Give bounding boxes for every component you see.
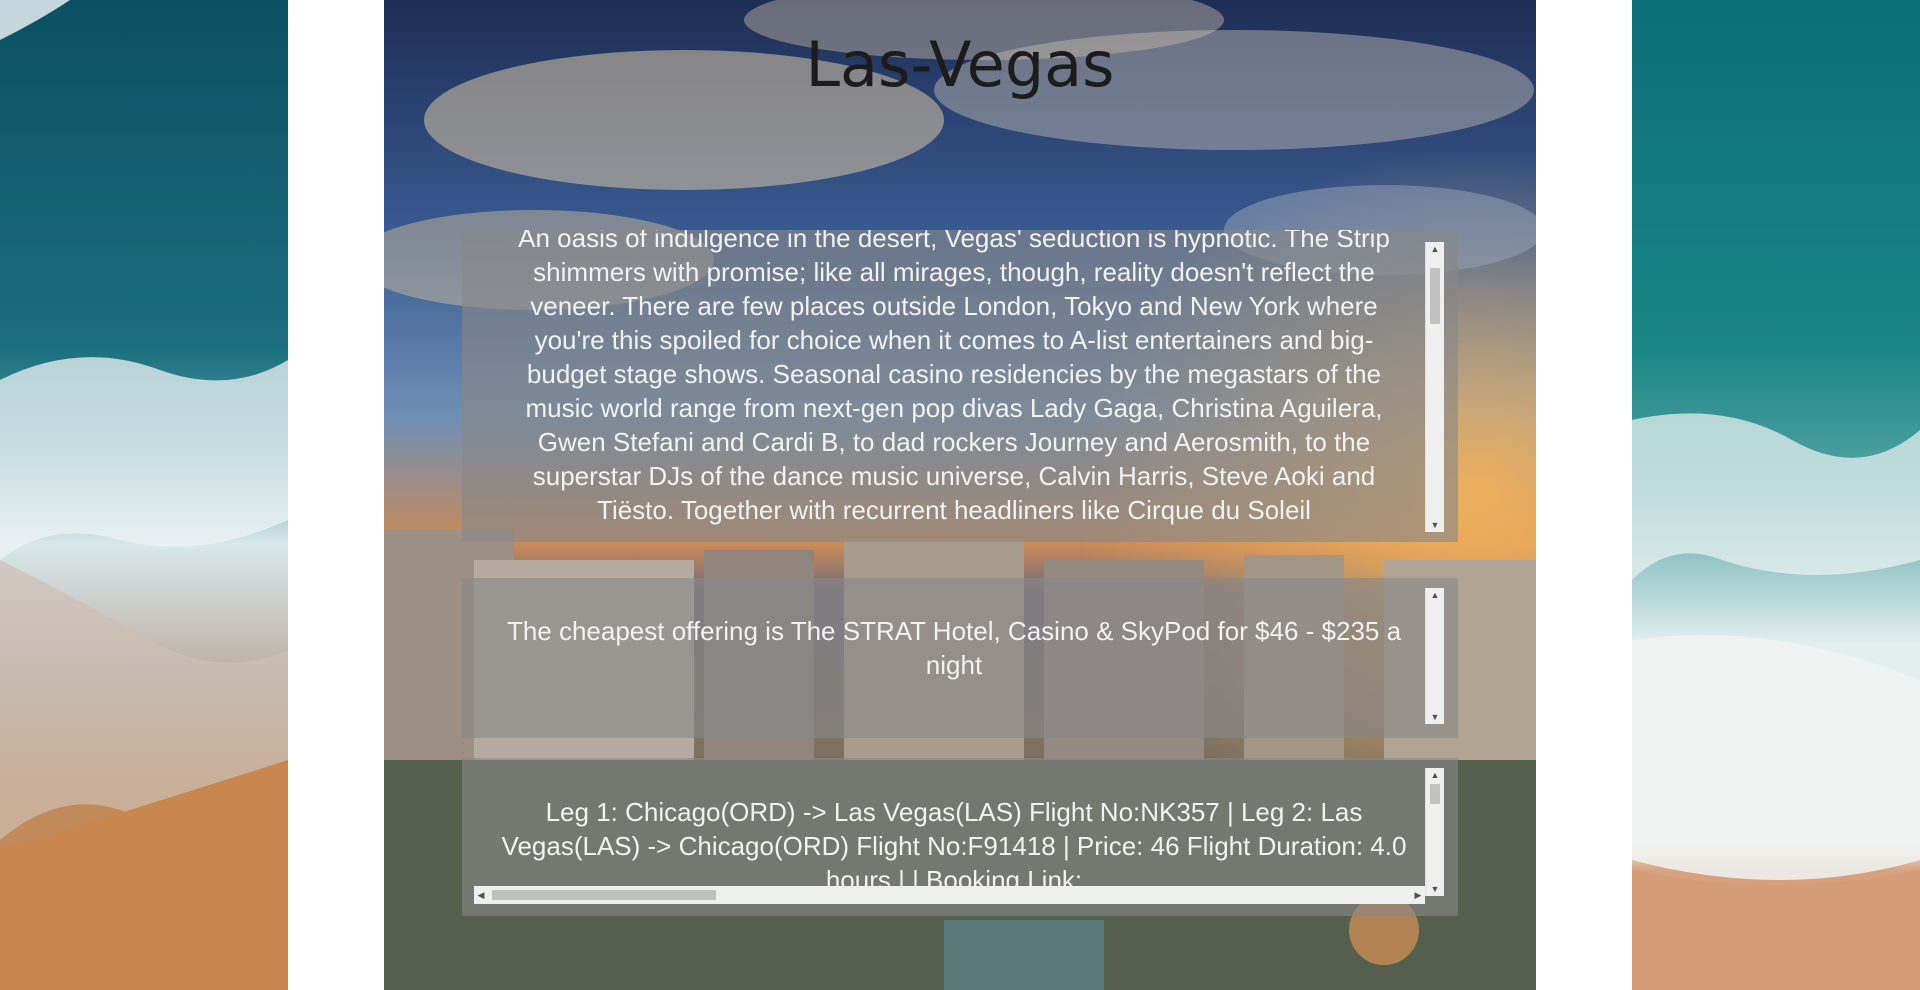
scrollbar-thumb[interactable]	[492, 890, 716, 900]
page-title: Las-Vegas	[805, 28, 1115, 101]
flight-scrollbar-vertical[interactable]: ▲ ▼	[1425, 768, 1444, 896]
scroll-left-icon[interactable]: ◀	[474, 886, 488, 904]
ocean-image-right	[1632, 0, 1920, 990]
flight-scrollbar-horizontal[interactable]: ◀ ▶	[474, 886, 1425, 904]
ocean-image-left	[0, 0, 288, 990]
flight-text: Leg 1: Chicago(ORD) -> Las Vegas(LAS) Fl…	[501, 797, 1407, 895]
flight-panel[interactable]: Leg 1: Chicago(ORD) -> Las Vegas(LAS) Fl…	[462, 758, 1458, 916]
hotel-text: The cheapest offering is The STRAT Hotel…	[506, 616, 1402, 680]
hotel-scrollbar[interactable]: ▲ ▼	[1425, 588, 1444, 724]
description-scrollbar[interactable]: ▲ ▼	[1425, 242, 1444, 532]
scroll-right-icon[interactable]: ▶	[1411, 886, 1425, 904]
scrollbar-thumb[interactable]	[1430, 268, 1440, 324]
scroll-down-icon[interactable]: ▼	[1426, 518, 1444, 532]
page: Las-Vegas An oasis of indulgence in the …	[0, 0, 1920, 990]
scroll-up-icon[interactable]: ▲	[1426, 242, 1444, 256]
hotel-panel[interactable]: The cheapest offering is The STRAT Hotel…	[462, 578, 1458, 738]
description-text: An oasis of indulgence in the desert, Ve…	[518, 230, 1390, 525]
scroll-down-icon[interactable]: ▼	[1426, 710, 1444, 724]
scroll-up-icon[interactable]: ▲	[1426, 768, 1444, 782]
scroll-down-icon[interactable]: ▼	[1426, 882, 1444, 896]
scroll-up-icon[interactable]: ▲	[1426, 588, 1444, 602]
scrollbar-thumb[interactable]	[1430, 784, 1440, 804]
description-panel[interactable]: An oasis of indulgence in the desert, Ve…	[462, 230, 1458, 542]
